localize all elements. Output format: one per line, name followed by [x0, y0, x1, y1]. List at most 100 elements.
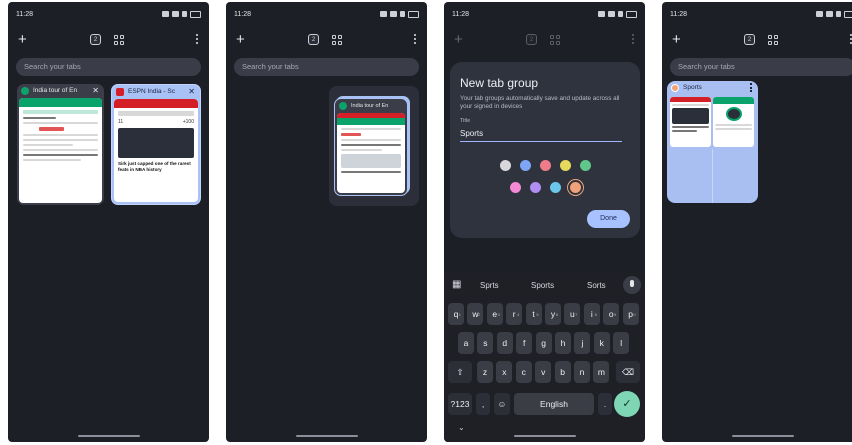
- mic-icon: [162, 11, 169, 17]
- mic-icon: [380, 11, 387, 17]
- key-u[interactable]: u7: [564, 303, 581, 325]
- key-d[interactable]: d: [496, 332, 513, 354]
- thumbnail-line: [23, 159, 82, 161]
- suggestion-2[interactable]: Sports: [531, 281, 554, 290]
- thumbnail-line: [341, 139, 401, 141]
- group-title-input[interactable]: Sports: [460, 129, 483, 138]
- thumbnail-line: [715, 124, 752, 126]
- enter-key[interactable]: ✓: [614, 391, 640, 417]
- gesture-bar: [732, 435, 794, 437]
- tab-group-header: Sports: [667, 81, 758, 95]
- new-tab-button[interactable]: +: [672, 32, 681, 47]
- color-option-3[interactable]: [540, 160, 551, 171]
- search-tabs-input[interactable]: Search your tabs: [670, 58, 852, 76]
- tab-groups-icon[interactable]: [768, 35, 778, 45]
- wifi-icon: [172, 11, 179, 17]
- key-m[interactable]: m: [593, 361, 610, 383]
- key-g[interactable]: g: [535, 332, 552, 354]
- search-tabs-input[interactable]: Search your tabs: [234, 58, 419, 76]
- color-option-4[interactable]: [560, 160, 571, 171]
- key-o[interactable]: o9: [603, 303, 620, 325]
- close-tab-icon[interactable]: ✕: [188, 85, 195, 99]
- group-divider: [712, 149, 713, 203]
- tab-card-india-tour[interactable]: India tour of En ✕: [17, 84, 104, 205]
- tab-count-icon[interactable]: 2: [308, 34, 319, 45]
- color-option-5[interactable]: [580, 160, 591, 171]
- key-r[interactable]: r4: [506, 303, 523, 325]
- key-q[interactable]: q1: [448, 303, 464, 325]
- key-c[interactable]: c: [515, 361, 532, 383]
- input-underline: [460, 141, 622, 142]
- thumbnail-header-bar: [337, 118, 405, 125]
- gesture-bar: [78, 435, 140, 437]
- dragged-tab-card[interactable]: India tour of En: [334, 98, 408, 196]
- thumbnail-line: [23, 139, 98, 141]
- symbols-key[interactable]: ?123: [448, 393, 472, 415]
- mic-button[interactable]: [623, 276, 641, 294]
- key-b[interactable]: b: [554, 361, 571, 383]
- thumbnail-line: [23, 110, 98, 114]
- shift-key[interactable]: ⇧: [448, 361, 472, 383]
- keyboard-grid-icon[interactable]: ▦: [452, 279, 461, 290]
- key-z[interactable]: z: [477, 361, 493, 383]
- key-t[interactable]: t5: [525, 303, 542, 325]
- key-n[interactable]: n: [574, 361, 590, 383]
- new-tab-button[interactable]: +: [236, 32, 245, 47]
- more-vert-icon[interactable]: [632, 34, 635, 44]
- more-vert-icon[interactable]: [414, 34, 417, 44]
- tab-count-icon[interactable]: 2: [90, 34, 101, 45]
- key-label: g: [541, 338, 546, 348]
- key-l[interactable]: l: [613, 332, 630, 354]
- tab-count-icon[interactable]: 2: [526, 34, 537, 45]
- tab-groups-icon[interactable]: [550, 35, 560, 45]
- thumbnail-line: [341, 171, 401, 173]
- search-tabs-input[interactable]: Search your tabs: [16, 58, 201, 76]
- key-f[interactable]: f: [516, 332, 533, 354]
- key-hint: 6: [555, 312, 558, 317]
- tab-group-card-sports[interactable]: Sports: [667, 81, 758, 203]
- color-option-7[interactable]: [530, 182, 541, 193]
- emoji-key[interactable]: ☺: [494, 393, 510, 415]
- suggestion-3[interactable]: Sorts: [587, 281, 606, 290]
- key-y[interactable]: y6: [545, 303, 561, 325]
- key-p[interactable]: p0: [622, 303, 639, 325]
- comma-key[interactable]: ,: [476, 393, 490, 415]
- suggestion-1[interactable]: Sprts: [480, 281, 499, 290]
- battery-icon: [190, 10, 201, 18]
- key-k[interactable]: k: [593, 332, 610, 354]
- done-button[interactable]: Done: [587, 210, 630, 228]
- space-key[interactable]: English: [514, 393, 594, 415]
- new-tab-button[interactable]: +: [454, 32, 463, 47]
- color-option-6[interactable]: [510, 182, 521, 193]
- key-a[interactable]: a: [458, 332, 474, 354]
- key-label: e: [492, 309, 498, 319]
- tab-groups-icon[interactable]: [332, 35, 342, 45]
- close-tab-icon[interactable]: ✕: [92, 84, 99, 98]
- period-key[interactable]: .: [598, 393, 612, 415]
- hide-keyboard-icon[interactable]: ⌄: [458, 423, 465, 432]
- key-x[interactable]: x: [496, 361, 513, 383]
- color-option-9[interactable]: [570, 182, 581, 193]
- tab-card-espn[interactable]: ESPN India - Sc ✕ 11 +100 Sirk just capp…: [111, 84, 201, 205]
- key-label: f: [523, 338, 526, 348]
- tab-count-icon[interactable]: 2: [744, 34, 755, 45]
- color-option-8[interactable]: [550, 182, 561, 193]
- key-j[interactable]: j: [574, 332, 591, 354]
- key-label: i: [590, 309, 593, 319]
- backspace-key[interactable]: ⌫: [616, 361, 640, 383]
- key-v[interactable]: v: [535, 361, 552, 383]
- key-s[interactable]: s: [477, 332, 494, 354]
- battery-icon: [408, 10, 419, 18]
- more-vert-icon[interactable]: [750, 83, 752, 92]
- key-e[interactable]: e3: [486, 303, 503, 325]
- key-h[interactable]: h: [555, 332, 571, 354]
- key-label: v: [541, 367, 546, 377]
- color-option-1[interactable]: [500, 160, 511, 171]
- key-i[interactable]: i8: [583, 303, 600, 325]
- color-option-2[interactable]: [520, 160, 531, 171]
- key-label: ☺: [497, 399, 507, 409]
- more-vert-icon[interactable]: [196, 34, 199, 44]
- new-tab-button[interactable]: +: [18, 32, 27, 47]
- tab-groups-icon[interactable]: [114, 35, 124, 45]
- key-w[interactable]: w2: [467, 303, 484, 325]
